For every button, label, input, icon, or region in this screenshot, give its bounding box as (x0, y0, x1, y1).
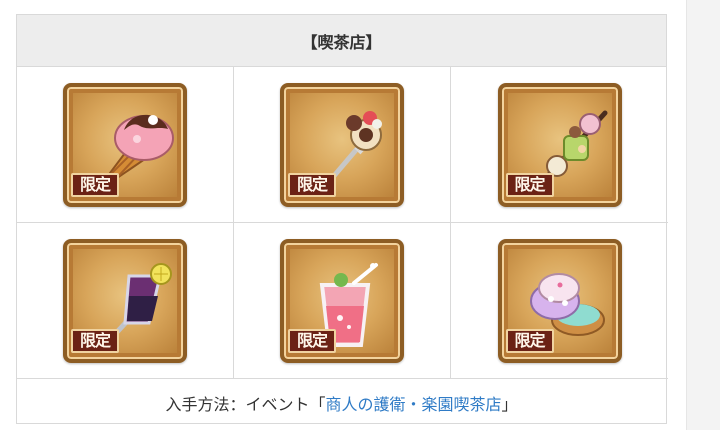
cafe-item-table: 【喫茶店】 限定 限定 限定 限定 限定 限定 入手方法：イベント「 商人の護衛… (16, 14, 668, 426)
item-cell-1: 限定 (17, 67, 234, 223)
event-link[interactable]: 商人の護衛・楽園喫茶店 (325, 391, 501, 415)
skewer-sweets-icon: 限定 (497, 82, 622, 207)
fruit-parfait-icon: 限定 (63, 238, 187, 363)
acquisition-method-prefix: 入手方法：イベント「 (165, 394, 326, 414)
page: 【喫茶店】 限定 限定 限定 限定 限定 限定 入手方法：イベント「 商人の護衛… (0, 0, 720, 430)
ice-cream-cone-icon: 限定 (63, 82, 187, 207)
item-grid: 限定 限定 限定 限定 限定 限定 (17, 67, 668, 379)
limited-badge: 限定 (288, 328, 336, 353)
limited-badge: 限定 (71, 172, 119, 197)
acquisition-method-row: 入手方法：イベント「 商人の護衛・楽園喫茶店 」 (17, 379, 666, 426)
limited-badge: 限定 (505, 328, 554, 353)
decorated-cookies-icon: 限定 (497, 238, 622, 363)
limited-badge: 限定 (71, 328, 119, 353)
item-cell-2: 限定 (234, 67, 451, 223)
table-title: 【喫茶店】 (17, 15, 666, 67)
pink-drink-icon: 限定 (280, 238, 404, 363)
item-cell-6: 限定 (451, 223, 668, 379)
acquisition-method-suffix: 」 (501, 394, 518, 414)
right-side-strip (686, 0, 720, 430)
fork-with-dessert-icon: 限定 (280, 82, 404, 207)
limited-badge: 限定 (288, 172, 336, 197)
item-cell-3: 限定 (451, 67, 668, 223)
item-cell-4: 限定 (17, 223, 234, 379)
item-cell-5: 限定 (234, 223, 451, 379)
limited-badge: 限定 (505, 172, 554, 197)
